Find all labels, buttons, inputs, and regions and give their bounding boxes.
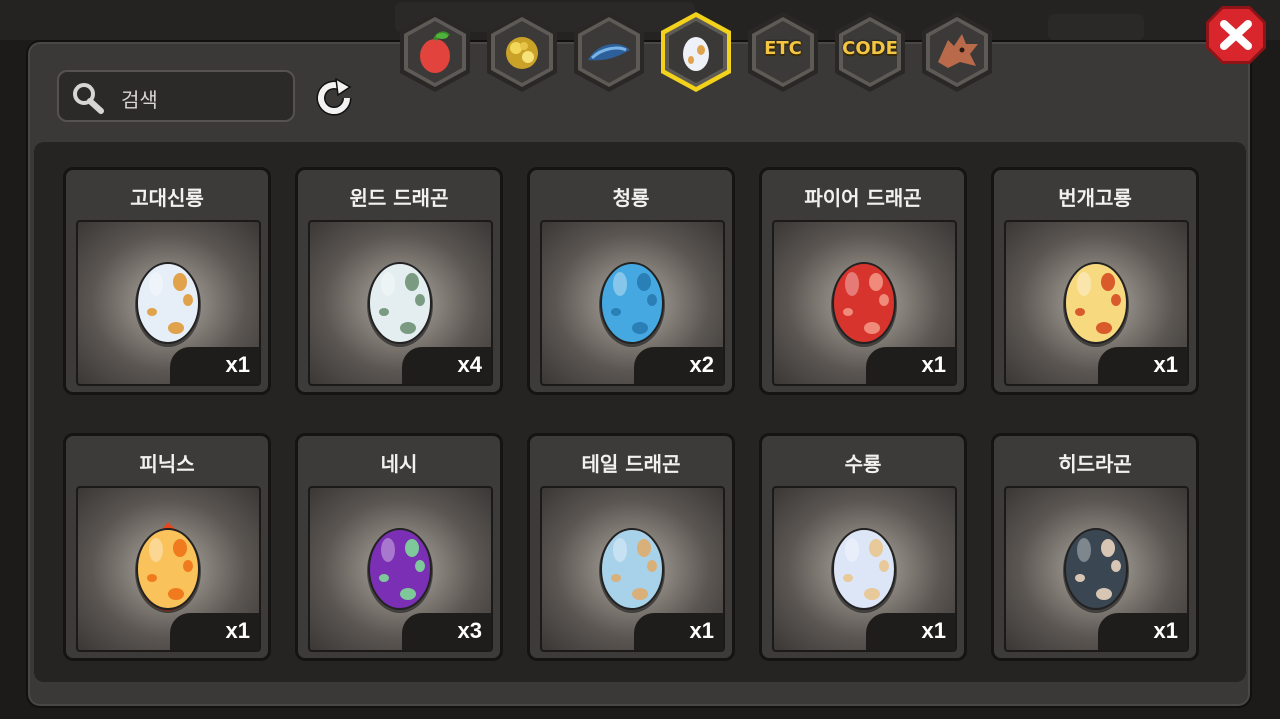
egg-slot: x1 [1004,486,1189,652]
tab-fish[interactable] [570,10,648,94]
egg-name: 번개고룡 [1058,186,1132,210]
gold-ore-icon [506,37,538,69]
egg-name: 피닉스 [139,452,195,476]
item-count: x2 [689,352,714,377]
tab-dragon[interactable] [918,10,996,94]
item-count: x1 [1153,618,1178,643]
search-placeholder: 검색 [121,88,158,112]
egg-icon [831,528,897,613]
tab-label: ETC [764,38,802,59]
egg-name: 파이어 드래곤 [804,186,922,210]
egg-card[interactable]: 피닉스 x1 [63,433,271,661]
background-hud [1048,14,1144,40]
item-count: x1 [225,352,250,377]
egg-icon [599,528,665,613]
tab-code[interactable]: CODE [831,10,909,94]
item-count: x4 [457,352,482,377]
egg-slot: x2 [540,220,725,386]
egg-slot: x1 [540,486,725,652]
egg-name: 청룡 [612,186,650,210]
egg-icon [367,262,433,347]
egg-card[interactable]: 히드라곤 x1 [991,433,1199,661]
item-count: x1 [689,618,714,643]
count-badge: x1 [634,613,723,650]
egg-card[interactable]: 네시 x3 [295,433,503,661]
search-icon [73,83,104,114]
close-button[interactable] [1204,4,1268,66]
egg-name: 히드라곤 [1058,452,1132,476]
tab-label: CODE [842,38,898,59]
egg-slot: x4 [308,220,493,386]
egg-icon [683,37,709,71]
egg-card[interactable]: 파이어 드래곤 x1 [759,167,967,395]
egg-card[interactable]: 테일 드래곤 x1 [527,433,735,661]
count-badge: x1 [866,347,955,384]
tab-etc[interactable]: ETC [744,10,822,94]
egg-name: 네시 [380,452,418,476]
item-count: x1 [921,352,946,377]
count-badge: x1 [1098,613,1187,650]
egg-slot: x1 [772,486,957,652]
count-badge: x1 [170,613,259,650]
count-badge: x1 [170,347,259,384]
egg-icon [135,262,201,347]
item-count: x1 [1153,352,1178,377]
item-count: x1 [225,618,250,643]
tab-egg[interactable] [657,10,735,94]
tab-fruit[interactable] [396,10,474,94]
item-count: x3 [457,618,482,643]
egg-name: 수룡 [844,452,882,476]
tab-ore[interactable] [483,10,561,94]
refresh-button[interactable] [314,78,356,118]
egg-icon [831,262,897,347]
count-badge: x1 [866,613,955,650]
egg-card[interactable]: 번개고룡 x1 [991,167,1199,395]
egg-slot: x1 [76,220,261,386]
egg-card[interactable]: 고대신룡 x1 [63,167,271,395]
egg-card[interactable]: 청룡 x2 [527,167,735,395]
egg-slot: x1 [772,220,957,386]
item-count: x1 [921,618,946,643]
egg-card[interactable]: 윈드 드래곤 x4 [295,167,503,395]
egg-slot: x1 [76,486,261,652]
count-badge: x2 [634,347,723,384]
egg-slot: x1 [1004,220,1189,386]
egg-name: 윈드 드래곤 [349,186,449,210]
egg-icon [1063,262,1129,347]
count-badge: x3 [402,613,491,650]
egg-card[interactable]: 수룡 x1 [759,433,967,661]
egg-icon [367,528,433,613]
egg-icon [135,522,201,613]
count-badge: x4 [402,347,491,384]
egg-icon [599,262,665,347]
egg-name: 테일 드래곤 [581,452,681,476]
egg-name: 고대신룡 [130,186,204,210]
search-input[interactable]: 검색 [57,70,295,122]
egg-icon [1063,528,1129,613]
count-badge: x1 [1098,347,1187,384]
egg-slot: x3 [308,486,493,652]
